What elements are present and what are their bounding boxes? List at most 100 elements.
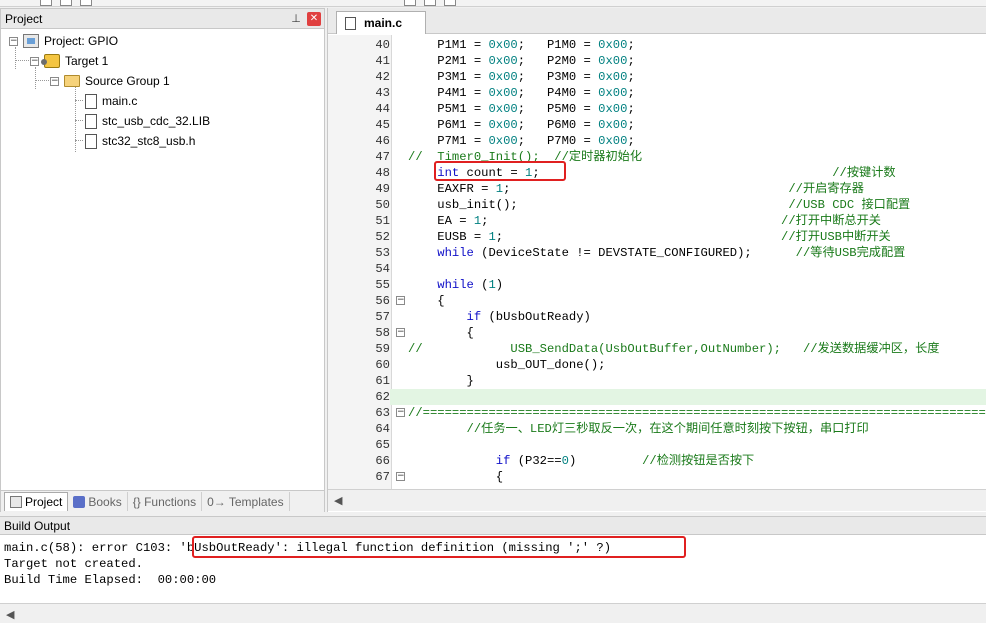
code-line[interactable]: 64 //任务一、LED灯三秒取反一次，在这个期间任意时刻按下按钮，串口打印	[328, 421, 986, 437]
code-token: //开启寄存器	[788, 182, 864, 196]
tree-item-project[interactable]: − Project: GPIO	[9, 32, 118, 50]
code-text: if (P32==0) //检测按钮是否按下	[408, 453, 754, 469]
code-line[interactable]: 67− {	[328, 469, 986, 485]
toolbar-button[interactable]	[404, 0, 416, 6]
tree-item-file[interactable]: main.c	[85, 92, 137, 110]
toolbar-button[interactable]	[444, 0, 456, 6]
line-number: 41	[375, 54, 390, 68]
fold-toggle-icon[interactable]: −	[396, 296, 405, 305]
code-line[interactable]: 42 P3M1 = 0x00; P3M0 = 0x00;	[328, 69, 986, 85]
build-output-title: Build Output	[0, 517, 986, 535]
code-line[interactable]: 51 EA = 1; //打开中断总开关	[328, 213, 986, 229]
code-line[interactable]: 48 int count = 1; //按键计数	[328, 165, 986, 181]
toolbar-button[interactable]	[80, 0, 92, 6]
code-token: int	[408, 166, 460, 180]
code-line[interactable]: 65	[328, 437, 986, 453]
pin-icon[interactable]: ⊥	[289, 12, 303, 25]
code-token: ;	[627, 70, 635, 84]
code-line[interactable]: 54	[328, 261, 986, 277]
code-token: ; P5M0 =	[517, 102, 599, 116]
toolbar-button[interactable]	[40, 0, 52, 6]
tab-main-c[interactable]: main.c	[336, 11, 426, 34]
code-token: ; P7M0 =	[517, 134, 599, 148]
code-token: count =	[459, 166, 526, 180]
collapse-icon[interactable]: −	[50, 76, 59, 86]
code-token: ;	[503, 182, 789, 196]
code-line[interactable]: 49 EAXFR = 1; //开启寄存器	[328, 181, 986, 197]
close-icon[interactable]: ✕	[307, 11, 321, 26]
line-number: 47	[375, 150, 390, 164]
collapse-icon[interactable]: −	[9, 36, 18, 46]
line-number: 58	[375, 326, 390, 340]
code-line[interactable]: 45 P6M1 = 0x00; P6M0 = 0x00;	[328, 117, 986, 133]
tab-templates[interactable]: 0→ Templates	[202, 492, 290, 511]
code-token: )	[568, 454, 643, 468]
code-token: P1M1 =	[408, 38, 489, 52]
tree-item-file[interactable]: stc_usb_cdc_32.LIB	[85, 112, 210, 130]
code-line[interactable]: 57 if (bUsbOutReady)	[328, 309, 986, 325]
code-line[interactable]: 60 usb_OUT_done();	[328, 357, 986, 373]
file-icon	[85, 133, 97, 149]
code-line[interactable]: 56− {	[328, 293, 986, 309]
code-text: P3M1 = 0x00; P3M0 = 0x00;	[408, 69, 635, 85]
project-panel-header: Project ⊥ ✕	[1, 9, 324, 29]
code-text: EA = 1; //打开中断总开关	[408, 213, 881, 229]
code-line[interactable]: 58− {	[328, 325, 986, 341]
tab-functions[interactable]: {} Functions	[128, 492, 203, 511]
code-line[interactable]: 41 P2M1 = 0x00; P2M0 = 0x00;	[328, 53, 986, 69]
code-token: while	[408, 278, 474, 292]
toolbar-button[interactable]	[424, 0, 436, 6]
code-text: //======================================…	[408, 405, 986, 421]
code-token: (bUsbOutReady)	[481, 310, 591, 324]
code-token: // Timer0_Init(); //定时器初始化	[408, 150, 643, 164]
code-line[interactable]: 43 P4M1 = 0x00; P4M0 = 0x00;	[328, 85, 986, 101]
tree-item-source-group[interactable]: − Source Group 1	[50, 72, 170, 90]
code-line[interactable]: 66 if (P32==0) //检测按钮是否按下	[328, 453, 986, 469]
line-number: 60	[375, 358, 390, 372]
code-text: // Timer0_Init(); //定时器初始化	[408, 149, 642, 165]
code-token: ; P3M0 =	[517, 70, 599, 84]
fold-toggle-icon[interactable]: −	[396, 408, 405, 417]
project-icon	[10, 496, 22, 508]
code-line[interactable]: 59 // USB_SendData(UsbOutBuffer,OutNumber…	[328, 341, 986, 357]
build-error-line[interactable]: main.c(58): error C103: 'bUsbOutReady': …	[4, 540, 611, 556]
code-line[interactable]: 50 usb_init(); //USB CDC 接口配置	[328, 197, 986, 213]
code-token: P5M1 =	[408, 102, 489, 116]
tab-books[interactable]: Books	[68, 492, 128, 511]
code-line[interactable]: 55 while (1)	[328, 277, 986, 293]
tree-item-target[interactable]: − Target 1	[30, 52, 108, 70]
code-line[interactable]: 62	[328, 389, 986, 405]
code-line[interactable]: 63−//===================================…	[328, 405, 986, 421]
code-token: ;	[627, 102, 635, 116]
code-area[interactable]: 40 P1M1 = 0x00; P1M0 = 0x00; 41 P2M1 = 0x…	[328, 35, 986, 489]
scroll-left-icon[interactable]: ◀	[6, 608, 14, 621]
code-token: (	[473, 278, 489, 292]
fold-toggle-icon[interactable]: −	[396, 472, 405, 481]
code-line[interactable]: 53 while (DeviceState != DEVSTATE_CONFIG…	[328, 245, 986, 261]
toolbar-button[interactable]	[60, 0, 72, 6]
editor-horizontal-scrollbar[interactable]: ◀	[328, 489, 986, 511]
code-text: {	[408, 325, 474, 341]
code-token: ;	[532, 166, 833, 180]
scroll-left-icon[interactable]: ◀	[334, 494, 342, 507]
code-line[interactable]: 52 EUSB = 1; //打开USB中断开关	[328, 229, 986, 245]
code-text: while (1)	[408, 277, 503, 293]
editor-tab-bar: main.c	[328, 8, 986, 34]
tree-item-file[interactable]: stc32_stc8_usb.h	[85, 132, 195, 150]
code-line[interactable]: 40 P1M1 = 0x00; P1M0 = 0x00;	[328, 37, 986, 53]
line-number: 63	[375, 406, 390, 420]
project-panel-title: Project	[5, 11, 43, 26]
code-line[interactable]: 44 P5M1 = 0x00; P5M0 = 0x00;	[328, 101, 986, 117]
tab-project[interactable]: Project	[4, 492, 69, 511]
code-line[interactable]: 46 P7M1 = 0x00; P7M0 = 0x00;	[328, 133, 986, 149]
collapse-icon[interactable]: −	[30, 56, 39, 66]
code-line[interactable]: 47 // Timer0_Init(); //定时器初始化	[328, 149, 986, 165]
line-number: 54	[375, 262, 390, 276]
code-token: //任务一、LED灯三秒取反一次，在这个期间任意时刻按下按钮，串口打印	[408, 422, 869, 436]
fold-toggle-icon[interactable]: −	[396, 328, 405, 337]
code-text: while (DeviceState != DEVSTATE_CONFIGURE…	[408, 245, 905, 261]
line-number: 49	[375, 182, 390, 196]
code-line[interactable]: 61 }	[328, 373, 986, 389]
build-output-horizontal-scrollbar[interactable]: ◀	[0, 603, 986, 623]
code-token: P3M1 =	[408, 70, 489, 84]
